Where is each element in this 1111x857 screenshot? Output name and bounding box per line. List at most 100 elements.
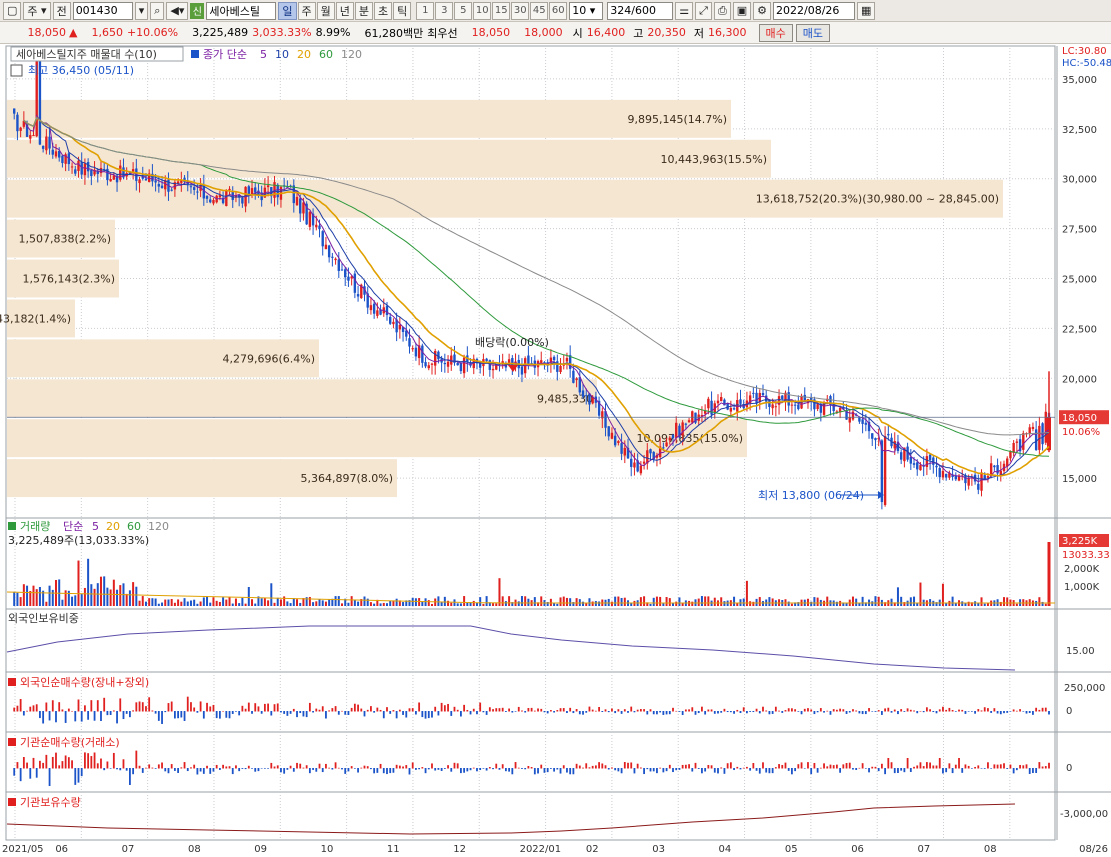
inst-hold-legend: 기관보유수량 xyxy=(20,796,81,809)
interval-tab-30[interactable]: 30 xyxy=(511,1,530,20)
interval-tab-1[interactable]: 1 xyxy=(416,1,435,20)
volume-bar-26 xyxy=(93,588,96,606)
candle-type-icon[interactable]: ⚌ xyxy=(675,1,694,20)
sell-button[interactable]: 매도 xyxy=(795,23,830,42)
volume-bar-197 xyxy=(643,596,646,606)
foreign-net-bar-31 xyxy=(109,711,112,715)
quote-row: 18,050 ▲ 1,650 +10.06% 3,225,489 3,033.3… xyxy=(0,22,1111,44)
foreign-net-bar-241 xyxy=(784,710,787,712)
foreign-net-bar-313 xyxy=(1015,710,1018,712)
period-tab-4[interactable]: 분 xyxy=(354,1,373,20)
volume-bar-139 xyxy=(456,603,459,606)
window-menu-icon[interactable]: ▢ xyxy=(3,1,22,20)
foreign-net-bar-161 xyxy=(527,708,530,712)
chart-canvas[interactable]: 2021/05 06 07 08 09 10 11 12 2022/01 02 03 04 05 06 07… xyxy=(0,44,1111,857)
candle-body-159 xyxy=(520,366,524,375)
inst-net-bar-268 xyxy=(871,766,874,769)
volume-bar-243 xyxy=(790,603,793,606)
foreign-net-bar-45 xyxy=(154,711,157,714)
volume-bar-111 xyxy=(366,598,369,606)
candle-body-224 xyxy=(729,407,733,412)
candle-body-34 xyxy=(119,165,122,180)
foreign-net-bar-288 xyxy=(935,711,938,714)
inst-net-bar-223 xyxy=(726,763,729,769)
interval-tab-5[interactable]: 5 xyxy=(454,1,473,20)
foreign-net-bar-139 xyxy=(456,709,459,712)
inst-net-bar-277 xyxy=(900,768,903,771)
volume-bar-118 xyxy=(389,600,392,606)
foreign-net-bar-88 xyxy=(292,708,295,712)
interval-tab-3[interactable]: 3 xyxy=(435,1,454,20)
foreign-net-bar-11 xyxy=(45,702,48,712)
inst-net-bar-162 xyxy=(530,767,533,769)
volume-bar-225 xyxy=(733,596,736,606)
stock-code-input[interactable]: 001430 xyxy=(72,1,133,20)
candle-body-175 xyxy=(572,370,575,383)
foreign-net-bar-167 xyxy=(546,711,549,714)
price-legend-ma-60: 60 xyxy=(319,48,333,61)
inst-net-bar-251 xyxy=(816,768,819,773)
interval-select[interactable]: 10 ▾ xyxy=(569,1,604,20)
foreign-net-bar-49 xyxy=(167,703,170,712)
inst-net-bar-48 xyxy=(164,768,167,772)
inst-net-bar-248 xyxy=(807,762,809,769)
foreign-net-bar-53 xyxy=(180,711,183,718)
candle-body-286 xyxy=(928,454,932,461)
date-input[interactable]: 2022/08/26 xyxy=(773,1,856,20)
volume-bar-221 xyxy=(720,597,723,606)
period-tab-1[interactable]: 주 xyxy=(297,1,316,20)
foreign-net-bar-10 xyxy=(42,711,45,724)
prev-toggle[interactable]: 전 xyxy=(52,1,71,20)
inst-net-bar-16 xyxy=(61,761,64,769)
volume-bar-145 xyxy=(475,603,478,606)
inst-net-bar-322 xyxy=(1044,766,1047,769)
foreign-net-bar-171 xyxy=(559,708,562,712)
inst-net-bar-262 xyxy=(852,768,854,770)
volume-tick-0: 2,000K xyxy=(1064,564,1100,575)
inst-net-bar-254 xyxy=(826,766,829,769)
interval-tab-10[interactable]: 10 xyxy=(473,1,492,20)
calendar-icon[interactable]: ▦ xyxy=(857,1,876,20)
buy-button[interactable]: 매수 xyxy=(758,23,793,42)
interval-tab-60[interactable]: 60 xyxy=(549,1,568,20)
volume-bar-229 xyxy=(745,580,748,606)
foreign-net-bar-196 xyxy=(639,709,642,712)
candle-body-118 xyxy=(389,316,392,324)
save-icon[interactable]: ▣ xyxy=(732,1,752,20)
code-dropdown-icon[interactable]: ▾ xyxy=(134,1,149,20)
print-icon[interactable]: ⎙ xyxy=(713,1,731,20)
interval-tab-45[interactable]: 45 xyxy=(530,1,549,20)
foreign-net-bar-103 xyxy=(341,710,343,712)
inst-net-bar-267 xyxy=(868,768,870,773)
volume-bar-228 xyxy=(742,598,745,606)
foreign-net-bar-131 xyxy=(431,711,433,718)
draw-tool-icon[interactable]: ⤢ xyxy=(695,1,712,20)
market-select[interactable]: 주 ▾ xyxy=(23,1,51,20)
inst-hold-line xyxy=(6,803,1016,835)
inst-net-bar-128 xyxy=(421,767,424,769)
volume-bar-115 xyxy=(379,603,382,606)
foreign-net-bar-172 xyxy=(562,708,565,712)
volume-bar-89 xyxy=(296,599,299,606)
inst-net-bar-1 xyxy=(13,768,16,776)
search-icon[interactable]: ⌕ xyxy=(150,1,165,20)
period-tab-6[interactable]: 틱 xyxy=(393,1,412,20)
foreign-net-bar-271 xyxy=(880,711,883,715)
period-tab-2[interactable]: 월 xyxy=(316,1,335,20)
volume-bar-159 xyxy=(520,596,523,606)
count-input[interactable]: 324/600 xyxy=(607,1,674,20)
period-tab-5[interactable]: 초 xyxy=(374,1,393,20)
period-tab-0[interactable]: 일 xyxy=(278,1,297,20)
inst-net-bar-138 xyxy=(453,762,456,769)
period-tab-3[interactable]: 년 xyxy=(335,1,354,20)
inst-net-bar-27 xyxy=(96,763,99,769)
foreign-net-bar-281 xyxy=(913,710,915,712)
volume-bar-202 xyxy=(659,596,662,606)
volume-bar-43 xyxy=(148,598,151,606)
gear-icon[interactable]: ⚙ xyxy=(753,1,772,20)
interval-tab-15[interactable]: 15 xyxy=(492,1,511,20)
speaker-icon[interactable]: ◀▾ xyxy=(166,1,189,20)
foreign-net-bar-300 xyxy=(974,711,976,714)
candle-body-289 xyxy=(938,468,941,478)
foreign-net-bar-236 xyxy=(768,711,771,715)
